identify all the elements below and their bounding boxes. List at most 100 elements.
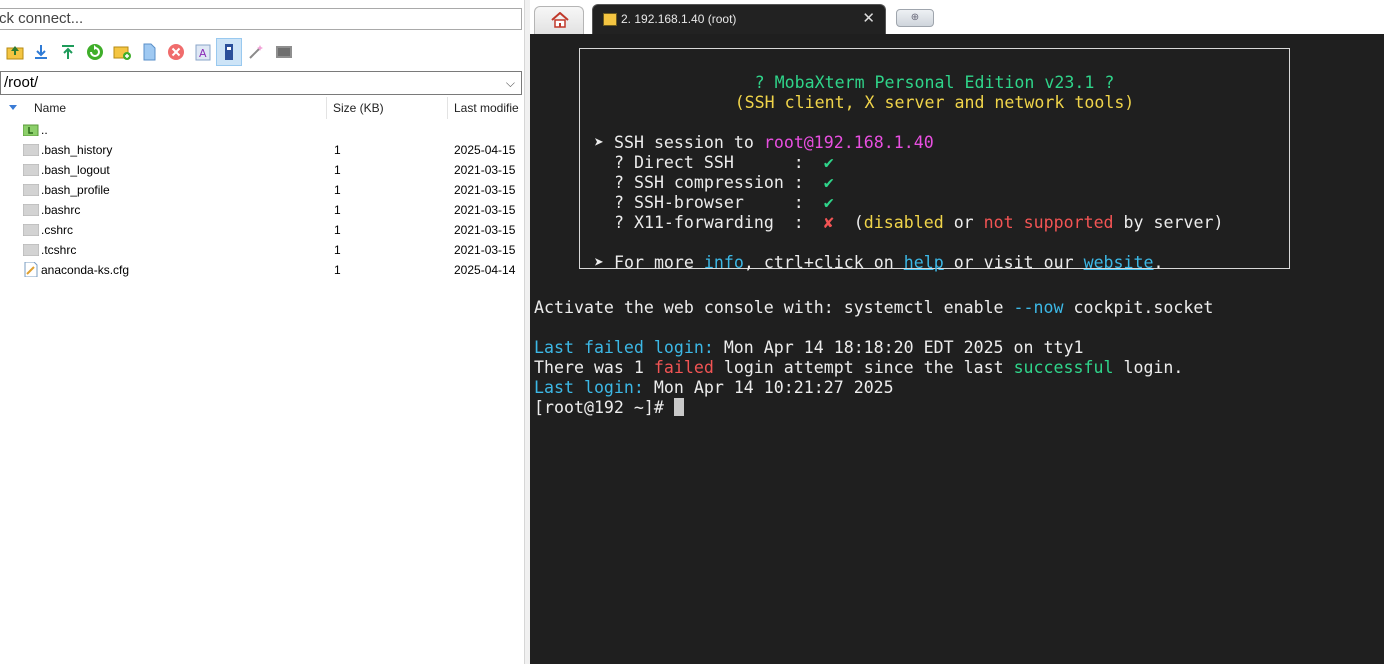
activate-flag: --now <box>1013 298 1064 317</box>
file-row-parent[interactable]: .. <box>0 120 524 140</box>
shell-prompt: [root@192 ~]# <box>534 398 674 417</box>
new-file-icon[interactable] <box>139 42 159 62</box>
file-size: 1 <box>334 203 341 217</box>
successful-word: successful <box>1013 358 1114 377</box>
file-modified: 2021-03-15 <box>454 243 516 257</box>
new-folder-icon[interactable] <box>112 42 132 62</box>
file-icon <box>23 224 39 236</box>
last-failed-label: Last failed login: <box>534 338 714 357</box>
cross-icon: ✘ <box>823 213 834 232</box>
login-end: login. <box>1113 358 1184 377</box>
ssh-compression-label: ? SSH compression : <box>594 173 824 192</box>
activate-prefix: Activate the web console with: systemctl… <box>534 298 1014 317</box>
file-name: .. <box>41 123 48 137</box>
file-size: 1 <box>334 163 341 177</box>
file-row[interactable]: anaconda-ks.cfg 1 2025-04-14 <box>0 260 524 280</box>
config-file-icon <box>24 262 38 277</box>
file-list-header: Name Size (KB) Last modifie <box>0 97 524 119</box>
more-info-line: ➤ For more info, ctrl+click on help or v… <box>594 253 1164 273</box>
x11-disabled: disabled <box>863 213 944 232</box>
x11-by-server: by server) <box>1113 213 1224 232</box>
rename-icon[interactable]: A <box>193 42 213 62</box>
ssh-session-prefix: ➤ SSH session to <box>594 133 764 152</box>
file-name: .bashrc <box>41 203 81 217</box>
there-was: There was 1 <box>534 358 654 377</box>
more-visit: or visit our <box>943 253 1084 272</box>
check-icon: ✔ <box>823 153 834 172</box>
refresh-icon[interactable] <box>85 42 105 62</box>
column-divider[interactable] <box>326 97 327 119</box>
sftp-toolbar: A <box>0 38 524 68</box>
terminal-view[interactable]: ? MobaXterm Personal Edition v23.1 ? (SS… <box>530 34 1384 664</box>
column-header-size[interactable]: Size (KB) <box>333 97 384 119</box>
file-size: 1 <box>334 223 341 237</box>
ssh-browser-label: ? SSH-browser : <box>594 193 824 212</box>
ssh-compression-line: ? SSH compression : ✔ <box>594 173 834 193</box>
column-header-name[interactable]: Name <box>34 97 66 119</box>
file-name: .bash_history <box>41 143 113 157</box>
file-modified: 2025-04-15 <box>454 143 516 157</box>
activate-suffix: cockpit.socket <box>1063 298 1214 317</box>
delete-icon[interactable] <box>166 42 186 62</box>
file-row[interactable]: .bashrc 1 2021-03-15 <box>0 200 524 220</box>
file-row[interactable]: .bash_history 1 2025-04-15 <box>0 140 524 160</box>
follow-terminal-folder-toggle[interactable] <box>216 38 242 66</box>
column-header-modified[interactable]: Last modifie <box>454 97 524 119</box>
terminal-icon[interactable] <box>274 42 294 62</box>
check-icon: ✔ <box>823 193 834 212</box>
new-tab-button[interactable]: ⊕ <box>896 9 934 27</box>
direct-ssh-line: ? Direct SSH : ✔ <box>594 153 834 173</box>
ssh-session-line: ➤ SSH session to root@192.168.1.40 <box>594 133 934 153</box>
website-link[interactable]: website <box>1084 253 1154 272</box>
file-icon <box>23 244 39 256</box>
file-row[interactable]: .bash_profile 1 2021-03-15 <box>0 180 524 200</box>
path-combobox[interactable]: /root/ ⌵ <box>0 71 522 95</box>
sort-descending-icon <box>9 105 17 110</box>
banner-title: ? MobaXterm Personal Edition v23.1 ? <box>754 73 1115 92</box>
file-row[interactable]: .tcshrc 1 2021-03-15 <box>0 240 524 260</box>
quick-connect-input[interactable]: ck connect... <box>0 8 522 30</box>
last-failed-login-line: Last failed login: Mon Apr 14 18:18:20 E… <box>534 338 1083 358</box>
file-icon <box>23 184 39 196</box>
tab-ssh-session[interactable]: 2. 192.168.1.40 (root) ✕ <box>592 4 886 34</box>
sftp-browser-pane: ck connect... A /root/ ⌵ Name Size (KB) … <box>0 0 528 664</box>
download-icon[interactable] <box>31 42 51 62</box>
activate-console-line: Activate the web console with: systemctl… <box>534 298 1213 318</box>
follow-folder-icon <box>225 44 233 60</box>
file-size: 1 <box>334 183 341 197</box>
more-prefix: ➤ For more <box>594 253 704 272</box>
file-icon <box>23 164 39 176</box>
file-row[interactable]: .cshrc 1 2021-03-15 <box>0 220 524 240</box>
help-link[interactable]: help <box>904 253 944 272</box>
file-name: .tcshrc <box>41 243 77 257</box>
chevron-down-icon[interactable]: ⌵ <box>506 72 515 94</box>
direct-ssh-label: ? Direct SSH : <box>594 153 824 172</box>
file-size: 1 <box>334 263 341 277</box>
parent-directory-icon[interactable] <box>5 42 25 62</box>
file-name: anaconda-ks.cfg <box>41 263 130 277</box>
file-size: 1 <box>334 243 341 257</box>
file-icon <box>23 204 39 216</box>
failed-word: failed <box>653 358 714 377</box>
x11-open: ( <box>833 213 864 232</box>
more-end: . <box>1153 253 1164 272</box>
file-modified: 2021-03-15 <box>454 203 516 217</box>
file-modified: 2025-04-14 <box>454 263 516 277</box>
x11-not-supported: not supported <box>983 213 1114 232</box>
last-login-label: Last login: <box>534 378 644 397</box>
text-cursor <box>673 398 684 416</box>
column-divider[interactable] <box>447 97 448 119</box>
shell-prompt-line[interactable]: [root@192 ~]# <box>534 398 684 418</box>
session-tab-bar: 2. 192.168.1.40 (root) ✕ ⊕ <box>530 0 1384 34</box>
file-row[interactable]: .bash_logout 1 2021-03-15 <box>0 160 524 180</box>
failed-attempt-line: There was 1 failed login attempt since t… <box>534 358 1183 378</box>
x11-or: or <box>943 213 984 232</box>
plus-icon: ⊕ <box>910 12 920 23</box>
magic-wand-icon[interactable] <box>246 42 266 62</box>
home-tab[interactable] <box>534 6 584 34</box>
ssh-browser-line: ? SSH-browser : ✔ <box>594 193 834 213</box>
upload-icon[interactable] <box>58 42 78 62</box>
last-login-line: Last login: Mon Apr 14 10:21:27 2025 <box>534 378 894 398</box>
tab-label: 2. 192.168.1.40 (root) <box>621 12 737 26</box>
close-tab-icon[interactable]: ✕ <box>862 9 875 27</box>
